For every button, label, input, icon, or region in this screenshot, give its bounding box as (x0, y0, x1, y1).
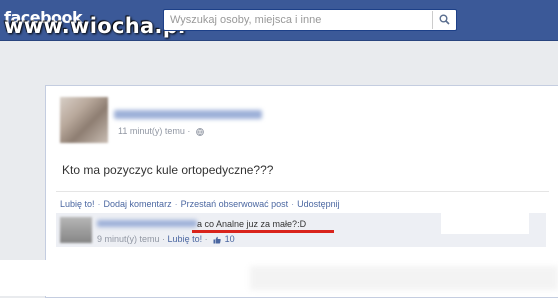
share-link[interactable]: Udostępnij (297, 199, 340, 209)
meta-separator: · (204, 234, 211, 244)
globe-icon (196, 127, 204, 136)
commenter-name-redacted[interactable] (97, 220, 197, 227)
comment-text: a co Analne juz za małe?:D (197, 219, 307, 229)
avatar[interactable] (60, 97, 108, 143)
divider (56, 191, 549, 192)
post-actions: Lubię to! · Dodaj komentarz · Przestań obser… (60, 199, 340, 209)
comment-avatar[interactable] (60, 217, 92, 243)
action-separator: · (291, 199, 295, 209)
author-name-redacted[interactable] (114, 110, 262, 119)
comment-timestamp[interactable]: 9 minut(y) temu (97, 234, 160, 244)
search-icon (439, 14, 450, 25)
like-count[interactable]: 10 (225, 234, 235, 244)
post-meta: 11 minut(y) temu · (118, 126, 204, 136)
red-underline (192, 230, 334, 233)
search-box (163, 9, 457, 31)
action-separator: · (97, 199, 101, 209)
thumbs-up-icon (213, 236, 221, 244)
comment-like-link[interactable]: Lubię to! (168, 234, 203, 244)
watermark: www.wiocha.pl (4, 14, 186, 38)
unfollow-link[interactable]: Przestań obserwować post (181, 199, 289, 209)
post-timestamp[interactable]: 11 minut(y) temu (118, 126, 185, 136)
comment-link[interactable]: Dodaj komentarz (104, 199, 172, 209)
comment-meta: 9 minut(y) temu · Lubię to! · 10 (97, 234, 235, 244)
like-link[interactable]: Lubię to! (60, 199, 95, 209)
bottom-area (0, 260, 558, 296)
post-text: Kto ma pozyczyc kule ortopedyczne??? (62, 163, 274, 177)
action-separator: · (174, 199, 178, 209)
top-bar: facebook www.wiocha.pl (0, 0, 558, 41)
white-patch (441, 206, 529, 234)
search-input[interactable] (170, 13, 420, 27)
search-button[interactable] (432, 11, 455, 29)
meta-separator: · (187, 126, 193, 136)
